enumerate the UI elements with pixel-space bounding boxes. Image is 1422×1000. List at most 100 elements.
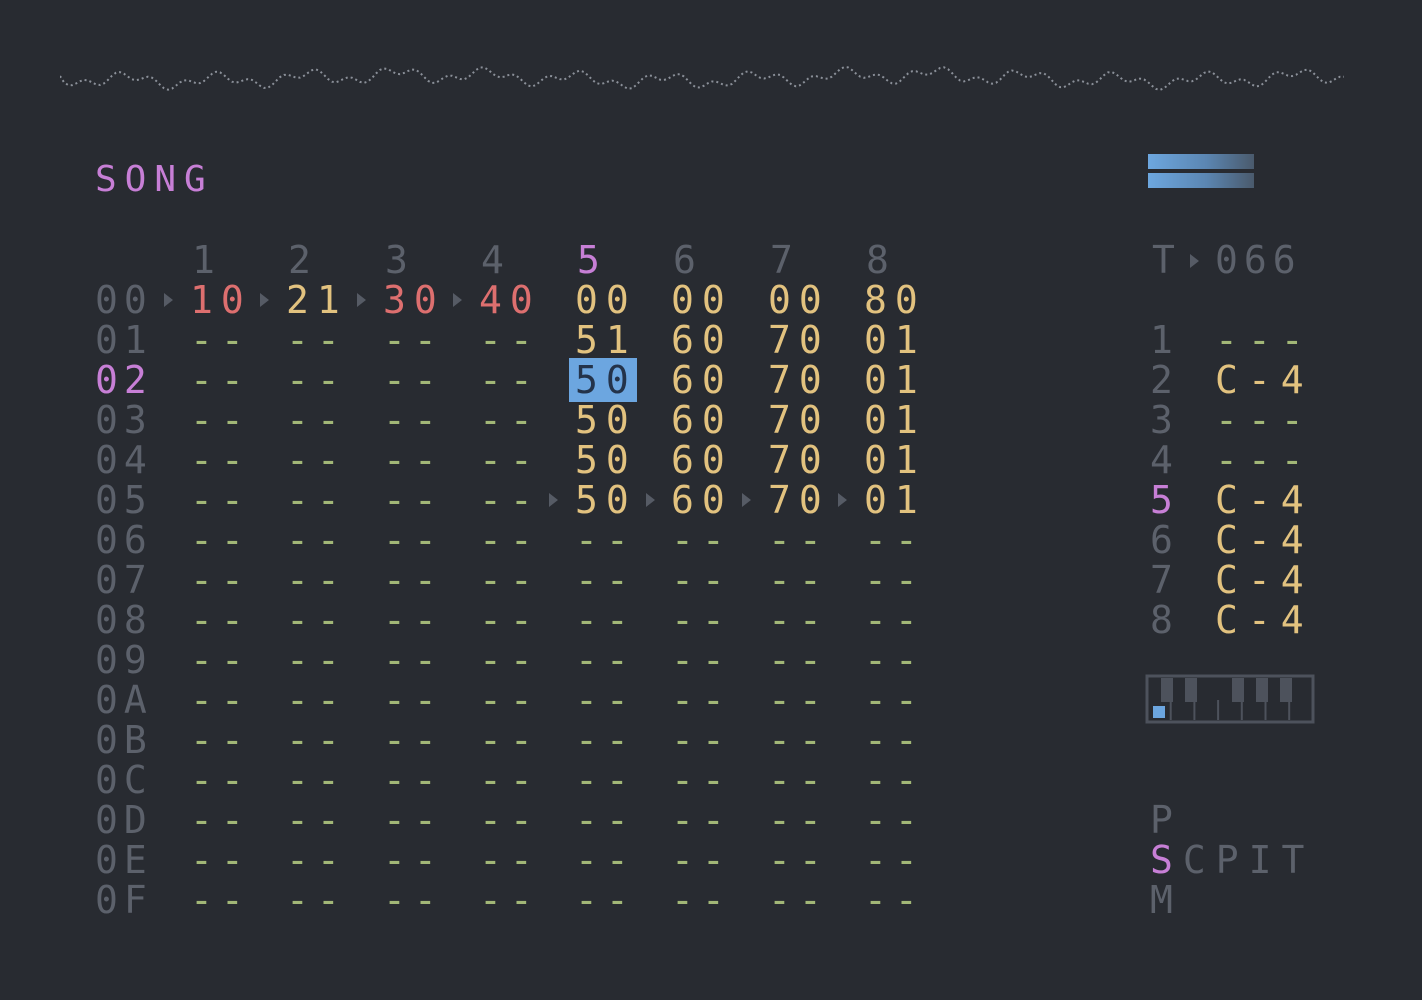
- grid-cell[interactable]: --: [286, 760, 348, 800]
- grid-cell[interactable]: --: [383, 440, 445, 480]
- grid-cell[interactable]: --: [575, 800, 637, 840]
- grid-cell[interactable]: --: [190, 440, 252, 480]
- grid-cell[interactable]: --: [575, 880, 637, 920]
- grid-cell[interactable]: --: [286, 840, 348, 880]
- grid-cell[interactable]: 70: [768, 320, 830, 360]
- grid-cell[interactable]: 10: [190, 280, 252, 320]
- grid-cell[interactable]: --: [671, 800, 733, 840]
- grid-cell[interactable]: --: [383, 800, 445, 840]
- grid-cell[interactable]: --: [864, 760, 926, 800]
- grid-cell[interactable]: --: [479, 520, 541, 560]
- grid-cell[interactable]: --: [479, 840, 541, 880]
- grid-cell[interactable]: --: [864, 680, 926, 720]
- grid-cell[interactable]: --: [383, 320, 445, 360]
- grid-cell[interactable]: 50: [575, 480, 637, 520]
- grid-cell[interactable]: --: [768, 560, 830, 600]
- grid-cell[interactable]: --: [190, 560, 252, 600]
- grid-cell[interactable]: --: [671, 640, 733, 680]
- grid-cell[interactable]: --: [768, 880, 830, 920]
- grid-cell[interactable]: --: [383, 880, 445, 920]
- grid-cell[interactable]: --: [479, 480, 541, 520]
- grid-cell[interactable]: 01: [864, 360, 926, 400]
- grid-cell[interactable]: --: [383, 840, 445, 880]
- grid-cell[interactable]: --: [575, 760, 637, 800]
- grid-cell[interactable]: --: [479, 560, 541, 600]
- grid-cell[interactable]: --: [864, 800, 926, 840]
- grid-cell[interactable]: --: [383, 760, 445, 800]
- grid-cell[interactable]: --: [864, 840, 926, 880]
- grid-cell[interactable]: --: [383, 400, 445, 440]
- grid-cell[interactable]: --: [671, 720, 733, 760]
- grid-cell[interactable]: --: [383, 520, 445, 560]
- grid-cell[interactable]: --: [190, 520, 252, 560]
- grid-cell[interactable]: --: [190, 880, 252, 920]
- grid-cell[interactable]: --: [190, 600, 252, 640]
- grid-cell[interactable]: --: [286, 680, 348, 720]
- grid-cell[interactable]: --: [479, 600, 541, 640]
- grid-cell[interactable]: --: [479, 400, 541, 440]
- grid-cell[interactable]: --: [575, 640, 637, 680]
- grid-cell[interactable]: --: [286, 560, 348, 600]
- grid-cell[interactable]: --: [286, 600, 348, 640]
- grid-cell[interactable]: 01: [864, 320, 926, 360]
- grid-cell[interactable]: --: [286, 800, 348, 840]
- grid-cell[interactable]: 50: [575, 400, 637, 440]
- grid-cell[interactable]: --: [479, 720, 541, 760]
- grid-cell[interactable]: 60: [671, 320, 733, 360]
- grid-cell[interactable]: --: [383, 720, 445, 760]
- grid-cell[interactable]: 60: [671, 440, 733, 480]
- grid-cell[interactable]: 40: [479, 280, 541, 320]
- grid-cell[interactable]: 01: [864, 480, 926, 520]
- grid-cell[interactable]: --: [575, 520, 637, 560]
- grid-cell[interactable]: --: [286, 720, 348, 760]
- grid-cell[interactable]: --: [671, 680, 733, 720]
- grid-cell[interactable]: --: [575, 600, 637, 640]
- grid-cell[interactable]: --: [864, 520, 926, 560]
- grid-cell[interactable]: 51: [575, 320, 637, 360]
- grid-cell[interactable]: 70: [768, 400, 830, 440]
- grid-cell[interactable]: --: [383, 600, 445, 640]
- grid-cell[interactable]: --: [479, 800, 541, 840]
- grid-cell[interactable]: --: [768, 760, 830, 800]
- grid-cell[interactable]: 00: [768, 280, 830, 320]
- grid-cell[interactable]: --: [286, 480, 348, 520]
- grid-cell[interactable]: --: [286, 400, 348, 440]
- grid-cell[interactable]: --: [479, 320, 541, 360]
- grid-cell[interactable]: --: [190, 680, 252, 720]
- screen-map-top[interactable]: P: [1150, 800, 1183, 840]
- grid-cell[interactable]: 60: [671, 400, 733, 440]
- grid-cell[interactable]: --: [190, 720, 252, 760]
- screen-map-other[interactable]: CPIT: [1183, 838, 1315, 882]
- grid-cell[interactable]: --: [768, 520, 830, 560]
- grid-cell[interactable]: --: [479, 880, 541, 920]
- grid-cell[interactable]: --: [671, 880, 733, 920]
- screen-map-song[interactable]: S: [1150, 838, 1183, 882]
- screen-map-row[interactable]: SCPIT: [1150, 840, 1314, 880]
- grid-cell[interactable]: 60: [671, 480, 733, 520]
- grid-cell[interactable]: --: [286, 320, 348, 360]
- grid-cell[interactable]: --: [479, 440, 541, 480]
- grid-cell[interactable]: 21: [286, 280, 348, 320]
- grid-cell[interactable]: --: [190, 800, 252, 840]
- grid-cell[interactable]: --: [671, 840, 733, 880]
- grid-cell[interactable]: 30: [383, 280, 445, 320]
- grid-cell[interactable]: 70: [768, 480, 830, 520]
- grid-cell[interactable]: --: [479, 640, 541, 680]
- grid-cell[interactable]: 01: [864, 440, 926, 480]
- grid-cell[interactable]: 00: [671, 280, 733, 320]
- grid-cell[interactable]: --: [575, 720, 637, 760]
- grid-cell[interactable]: --: [575, 680, 637, 720]
- grid-cell[interactable]: --: [671, 760, 733, 800]
- grid-cell[interactable]: 50: [575, 360, 637, 400]
- grid-cell[interactable]: --: [671, 560, 733, 600]
- grid-cell[interactable]: --: [383, 480, 445, 520]
- grid-cell[interactable]: 00: [575, 280, 637, 320]
- grid-cell[interactable]: --: [383, 640, 445, 680]
- grid-cell[interactable]: --: [286, 640, 348, 680]
- grid-cell[interactable]: --: [671, 520, 733, 560]
- screen-map-bottom[interactable]: M: [1150, 880, 1183, 920]
- grid-cell[interactable]: --: [190, 640, 252, 680]
- grid-cell[interactable]: --: [383, 560, 445, 600]
- grid-cell[interactable]: --: [864, 560, 926, 600]
- grid-cell[interactable]: 50: [575, 440, 637, 480]
